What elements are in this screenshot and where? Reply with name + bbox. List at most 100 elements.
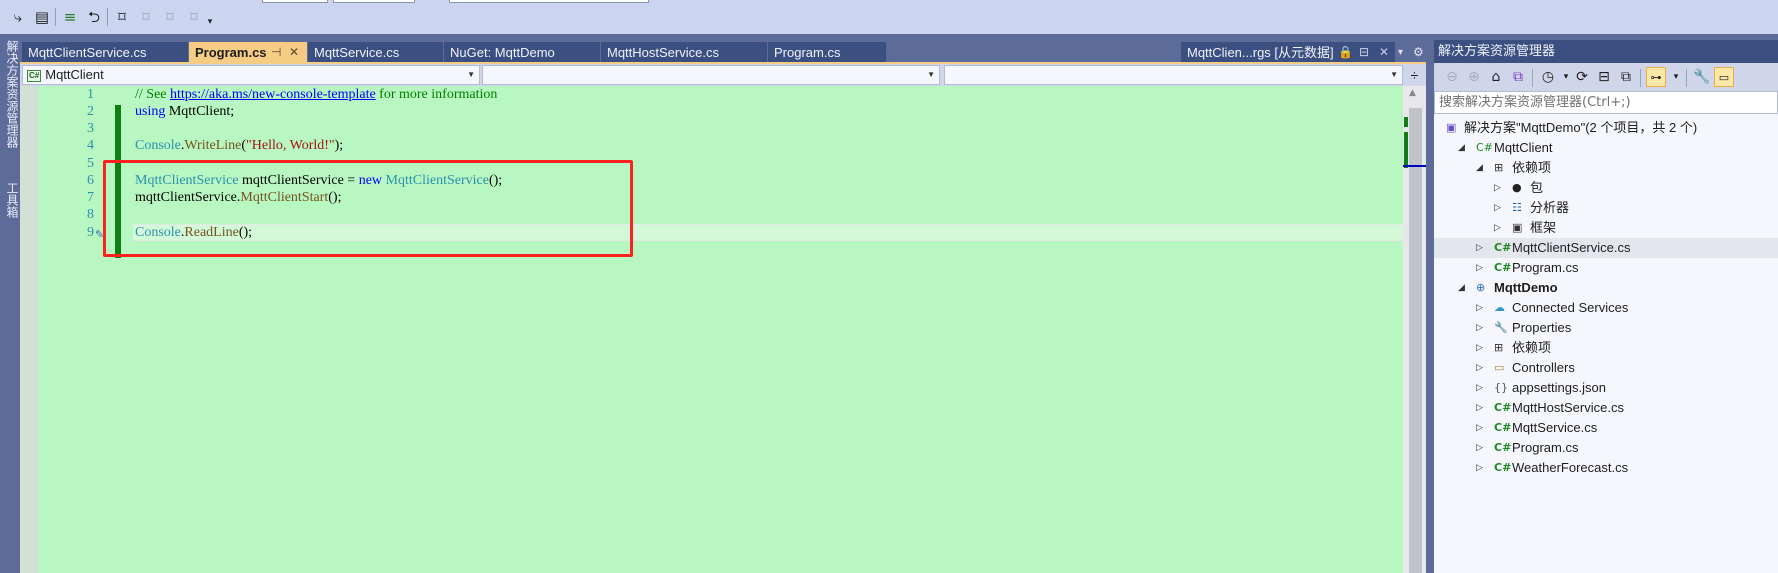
string-literal: "Hello, World!" [246,138,335,153]
analyzer-icon: ☷ [1512,201,1522,214]
collapsed-arrow-icon[interactable]: ▷ [1476,238,1483,258]
tab-preview-metadata[interactable]: MqttClien...rgs [从元数据] 🔒 ⊟ ✕ [1181,42,1395,63]
collapsed-arrow-icon[interactable]: ▷ [1476,298,1483,318]
toolbox-side-tab[interactable]: 工具箱 [2,182,19,218]
step-into-icon[interactable]: ⤷ [8,7,28,27]
csharp-project-icon: C# [1476,141,1493,154]
tree-item[interactable]: ▷ ▭ Controllers [1434,358,1778,378]
show-all-files-icon[interactable]: ⧉ [1616,67,1636,87]
close-icon[interactable]: ✕ [1379,42,1389,63]
tree-item[interactable]: ▷ ☁ Connected Services [1434,298,1778,318]
type-combo[interactable]: ▼ [482,65,940,85]
tree-item[interactable]: ▷ C# WeatherForecast.cs [1434,458,1778,478]
tree-item-label: 依赖项 [1512,340,1552,355]
expanded-arrow-icon[interactable]: ◢ [1476,158,1483,178]
close-icon[interactable]: ✕ [289,42,299,63]
solution-explorer-search[interactable]: 搜索解决方案资源管理器(Ctrl+;) [1434,91,1778,114]
overflow-icon[interactable]: ▾ [200,12,220,32]
toolbar-combo-2[interactable] [333,0,415,3]
pin-icon[interactable]: ⊣ [271,42,281,63]
forward-icon[interactable]: ⊕ [1464,67,1484,87]
solution-explorer-side-tab[interactable]: 解决方案资源管理器 [2,40,19,148]
panel-splitter[interactable] [1426,34,1434,573]
back-icon[interactable]: ⊖ [1442,67,1462,87]
tree-item[interactable]: ▷ ⊞ 依赖项 [1434,338,1778,358]
expanded-arrow-icon[interactable]: ◢ [1458,138,1465,158]
tree-item-label: MqttHostService.cs [1512,400,1624,415]
tab-program-active[interactable]: Program.cs ⊣ ✕ [189,42,307,63]
pending-changes-icon[interactable]: ◷ [1538,67,1558,87]
toolbar-combo-1[interactable] [262,0,328,3]
comment: for more information [375,87,498,102]
tree-item[interactable]: ◢ ⊞ 依赖项 [1434,158,1778,178]
csharp-project-icon: C# [27,70,42,82]
tree-item-label: WeatherForecast.cs [1512,460,1629,475]
collapsed-arrow-icon[interactable]: ▷ [1476,338,1483,358]
preview-selected-items-icon[interactable]: ▭ [1714,67,1734,87]
format-document-icon[interactable]: ▤ [32,7,52,27]
method-name: WriteLine [184,138,242,153]
prev-bookmark-icon[interactable]: ⌑ [136,7,156,27]
track-active-item-icon[interactable]: ⊶ [1646,67,1666,87]
collapsed-arrow-icon[interactable]: ▷ [1476,258,1483,278]
csharp-file-icon: C# [1494,401,1512,414]
line-number: 2 [87,104,94,119]
expanded-arrow-icon[interactable]: ◢ [1458,278,1465,298]
switch-views-icon[interactable]: ⧉ [1508,67,1528,87]
tab-label: Program.cs [774,45,841,60]
collapse-all-icon[interactable]: ⊟ [1594,67,1614,87]
tab-list-dropdown-icon[interactable]: ▾ [1398,42,1403,63]
project-combo[interactable]: C# MqttClient ▼ [22,65,480,85]
scrollbar-thumb[interactable] [1409,108,1422,573]
collapsed-arrow-icon[interactable]: ▷ [1476,358,1483,378]
identifier: MqttClient; [165,104,235,119]
next-bookmark-icon[interactable]: ⌑ [160,7,180,27]
solution-explorer-toolbar: ⊖ ⊕ ⌂ ⧉ ◷ ▾ ⟳ ⊟ ⧉ ⊶ ▾ 🔧 ▭ [1434,63,1778,91]
tree-item[interactable]: ▷ ☷ 分析器 [1434,198,1778,218]
member-combo[interactable]: ▼ [944,65,1403,85]
outdent-icon[interactable]: ⮌ [84,7,104,27]
tab-nuget-mqttdemo[interactable]: NuGet: MqttDemo [444,42,600,63]
tree-item[interactable]: ▷ ▣ 框架 [1434,218,1778,238]
keep-open-icon[interactable]: ⊟ [1359,42,1369,63]
toolbar-separator [55,8,56,26]
tree-item-label: 包 [1530,180,1544,195]
indent-icon[interactable]: ≡ [60,7,80,27]
tab-mqttclientservice[interactable]: MqttClientService.cs [22,42,188,63]
highlight-annotation-box [103,160,633,257]
collapsed-arrow-icon[interactable]: ▷ [1476,378,1483,398]
tree-item[interactable]: ▷ ● 包 [1434,178,1778,198]
collapsed-arrow-icon[interactable]: ▷ [1494,178,1501,198]
tree-item[interactable]: ▷ C# MqttClientService.cs [1434,238,1778,258]
scroll-up-icon[interactable]: ▲ [1409,88,1416,98]
collapsed-arrow-icon[interactable]: ▷ [1494,218,1501,238]
tree-item[interactable]: ▷ C# MqttService.cs [1434,418,1778,438]
tree-item[interactable]: ▷ {} appsettings.json [1434,378,1778,398]
tree-item[interactable]: ▷ 🔧 Properties [1434,318,1778,338]
split-editor-icon[interactable]: ÷ [1403,64,1426,86]
tree-item-label: MqttClient [1494,140,1553,155]
tree-item[interactable]: ◢ C# MqttClient [1434,138,1778,158]
toolbar-combo-3[interactable] [449,0,649,3]
collapsed-arrow-icon[interactable]: ▷ [1476,458,1483,478]
comment-link[interactable]: https://aka.ms/new-console-template [170,87,376,102]
sync-icon[interactable]: ⟳ [1572,67,1592,87]
settings-gear-icon[interactable]: ⚙ [1413,42,1424,63]
tab-program[interactable]: Program.cs [768,42,886,63]
tab-mqttservice[interactable]: MqttService.cs [308,42,443,63]
collapsed-arrow-icon[interactable]: ▷ [1476,438,1483,458]
collapsed-arrow-icon[interactable]: ▷ [1476,398,1483,418]
tree-item[interactable]: ▷ C# Program.cs [1434,258,1778,278]
properties-wrench-icon[interactable]: 🔧 [1692,67,1712,87]
tree-item[interactable]: ▣ 解决方案"MqttDemo"(2 个项目，共 2 个) [1434,118,1778,138]
collapsed-arrow-icon[interactable]: ▷ [1476,418,1483,438]
tree-item[interactable]: ◢ ⊕ MqttDemo [1434,278,1778,298]
chevron-down-icon[interactable]: ▾ [1666,67,1686,87]
collapsed-arrow-icon[interactable]: ▷ [1494,198,1501,218]
tree-item[interactable]: ▷ C# Program.cs [1434,438,1778,458]
tree-item[interactable]: ▷ C# MqttHostService.cs [1434,398,1778,418]
collapsed-arrow-icon[interactable]: ▷ [1476,318,1483,338]
tab-mqtthostservice[interactable]: MqttHostService.cs [601,42,767,63]
bookmark-icon[interactable]: ⌑ [112,7,132,27]
home-icon[interactable]: ⌂ [1486,67,1506,87]
